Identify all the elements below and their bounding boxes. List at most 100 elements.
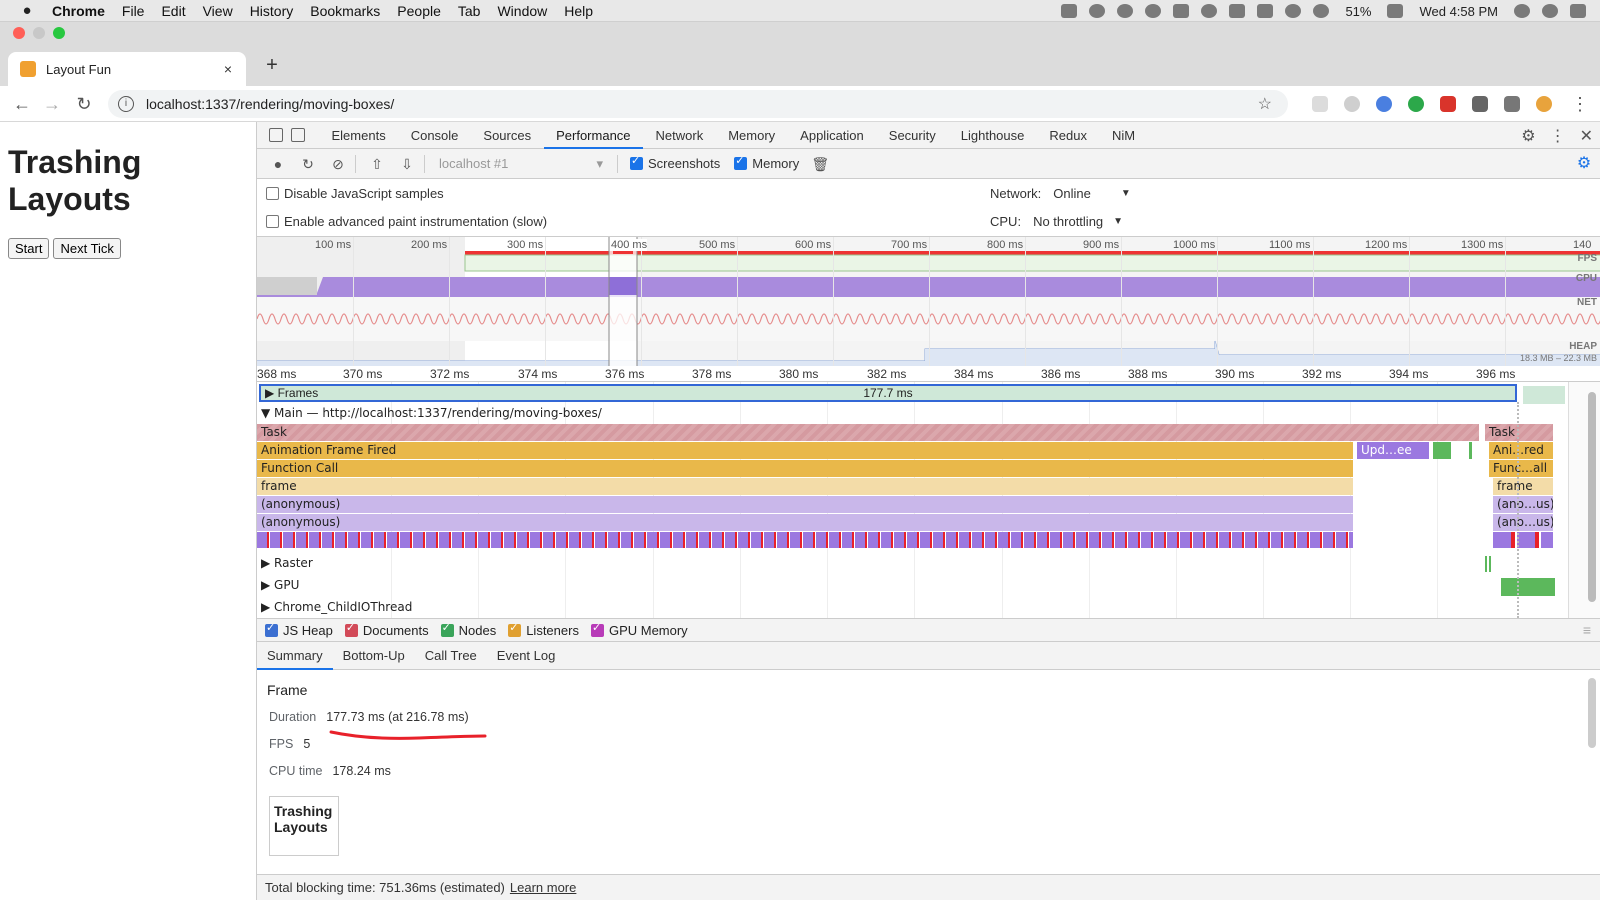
raster-bar[interactable] [1485, 556, 1487, 572]
paint-bar[interactable] [1433, 442, 1451, 459]
menu-edit[interactable]: Edit [161, 3, 185, 19]
checkbox-unchecked[interactable] [266, 186, 279, 200]
maximize-window-button[interactable] [53, 27, 65, 39]
tab-summary[interactable]: Summary [257, 642, 333, 670]
menu-tab[interactable]: Tab [458, 3, 481, 19]
anonymous-bar[interactable]: (anonymous) [257, 496, 1353, 513]
anonymous-bar[interactable]: (anonymous) [257, 514, 1353, 531]
frame-bar[interactable] [1523, 386, 1565, 404]
flame-scrollbar[interactable] [1568, 382, 1600, 618]
screenshots-checkbox[interactable]: Screenshots [630, 154, 720, 171]
browser-tab[interactable]: Layout Fun × [8, 52, 246, 86]
apple-icon[interactable]: ● [18, 2, 36, 19]
learn-more-link[interactable]: Learn more [510, 880, 576, 895]
network-throttle[interactable]: Network: Online ▼ [990, 186, 1131, 201]
minimize-window-button[interactable] [33, 27, 45, 39]
new-tab-button[interactable]: + [262, 54, 282, 77]
next-tick-button[interactable]: Next Tick [53, 238, 121, 259]
wifi-icon[interactable] [1313, 4, 1330, 18]
back-button[interactable]: ← [10, 92, 34, 116]
scrollbar-thumb[interactable] [1588, 392, 1596, 602]
summary-scrollbar[interactable] [1588, 678, 1596, 748]
tab-nim[interactable]: NiM [1099, 122, 1147, 149]
onepassword-icon[interactable] [1145, 4, 1162, 18]
trash-icon[interactable]: 🗑 [811, 155, 829, 173]
devtools-more-icon[interactable]: ⋮ [1550, 126, 1566, 146]
tab-application[interactable]: Application [788, 122, 877, 149]
s-extension-icon[interactable] [1440, 96, 1456, 112]
anonymous-bar[interactable]: (ano…us) [1493, 496, 1553, 513]
timeline-overview[interactable]: 100 ms 200 ms 300 ms 400 ms 500 ms 600 m… [257, 236, 1600, 366]
download-profile-icon[interactable]: ⇩ [398, 155, 416, 173]
target-select[interactable]: localhost #1 ▾ [439, 154, 609, 174]
bluetooth-icon[interactable] [1285, 4, 1302, 18]
clear-icon[interactable]: ⊘ [329, 155, 347, 173]
book-icon[interactable] [1229, 4, 1246, 18]
close-window-button[interactable] [13, 27, 25, 39]
layout-bars[interactable] [257, 532, 1353, 548]
menu-chrome[interactable]: Chrome [52, 3, 105, 19]
tab-close-icon[interactable]: × [220, 61, 236, 77]
bookmark-star-icon[interactable]: ☆ [1258, 94, 1272, 114]
tab-console[interactable]: Console [398, 122, 471, 149]
gpu-track-title[interactable]: ▶ GPU [261, 578, 299, 592]
frame-bar[interactable]: ▶ Frames 177.7 ms [259, 384, 1517, 402]
frame-fn-bar[interactable]: frame [1493, 478, 1553, 495]
capture-settings-icon[interactable]: ⚙ [1575, 155, 1593, 173]
bluetooth-app-icon[interactable] [1257, 4, 1274, 18]
update-bar[interactable]: Upd…ee [1357, 442, 1429, 459]
checkbox-checked[interactable] [590, 621, 604, 637]
menubar-clock[interactable]: Wed 4:58 PM [1419, 4, 1498, 19]
frame-screenshot[interactable]: Trashing Layouts [269, 796, 339, 856]
battery-icon[interactable] [1387, 4, 1404, 18]
tab-sources[interactable]: Sources [471, 122, 544, 149]
menu-people[interactable]: People [397, 3, 441, 19]
gpu-bar[interactable] [1501, 578, 1555, 596]
menu-view[interactable]: View [203, 3, 233, 19]
js-heap-checkbox[interactable]: JS Heap [265, 621, 333, 638]
tab-elements[interactable]: Elements [319, 122, 398, 149]
frames-track-title[interactable]: ▶ Frames [265, 386, 318, 400]
gpu-memory-checkbox[interactable]: GPU Memory [590, 621, 688, 638]
animation-frame-bar[interactable]: Animation Frame Fired [257, 442, 1353, 459]
function-call-bar[interactable]: Func…all [1489, 460, 1553, 477]
spotlight-icon[interactable] [1514, 4, 1530, 18]
tab-network[interactable]: Network [643, 122, 716, 149]
cpu-value[interactable]: No throttling [1033, 214, 1103, 229]
checkbox-checked[interactable] [508, 621, 522, 637]
tab-performance[interactable]: Performance [543, 122, 644, 149]
paint-bar[interactable] [1469, 442, 1472, 459]
checkbox-checked[interactable] [440, 621, 454, 637]
cloud-icon[interactable] [1089, 4, 1106, 18]
io-thread-track-title[interactable]: ▶ Chrome_ChildIOThread [261, 600, 412, 614]
documents-checkbox[interactable]: Documents [344, 621, 429, 638]
puzzle-extensions-icon[interactable] [1472, 96, 1488, 112]
menu-history[interactable]: History [250, 3, 294, 19]
checkbox-unchecked[interactable] [266, 214, 279, 228]
menu-help[interactable]: Help [564, 3, 593, 19]
extension-icon[interactable] [1312, 96, 1328, 112]
chevron-down-icon[interactable]: ▼ [1121, 188, 1131, 199]
profile-avatar[interactable] [1536, 96, 1552, 112]
url-text[interactable]: localhost:1337/rendering/moving-boxes/ [146, 96, 394, 112]
task-bar[interactable]: Task [1485, 424, 1553, 441]
checkbox-checked[interactable] [265, 621, 278, 637]
start-button[interactable]: Start [8, 238, 50, 259]
tab-event-log[interactable]: Event Log [487, 642, 566, 670]
checkbox-checked[interactable] [734, 154, 748, 170]
devtools-close-icon[interactable]: ✕ [1580, 126, 1593, 146]
chrome-menu-icon[interactable]: ⋮ [1568, 92, 1592, 116]
address-bar[interactable]: i localhost:1337/rendering/moving-boxes/… [108, 90, 1288, 118]
site-info-icon[interactable]: i [118, 96, 134, 112]
menu-window[interactable]: Window [497, 3, 547, 19]
extension-icon[interactable] [1344, 96, 1360, 112]
reading-list-icon[interactable] [1504, 96, 1520, 112]
frame-fn-bar[interactable]: frame [257, 478, 1353, 495]
chevron-down-icon[interactable]: ▼ [1113, 216, 1123, 227]
cpu-throttle[interactable]: CPU: No throttling ▼ [990, 214, 1123, 229]
network-value[interactable]: Online [1053, 186, 1091, 201]
notification-center-icon[interactable] [1570, 4, 1586, 18]
devtools-settings-icon[interactable]: ⚙ [1521, 126, 1535, 146]
memory-checkbox[interactable]: Memory [734, 154, 799, 171]
tab-redux[interactable]: Redux [1037, 122, 1100, 149]
